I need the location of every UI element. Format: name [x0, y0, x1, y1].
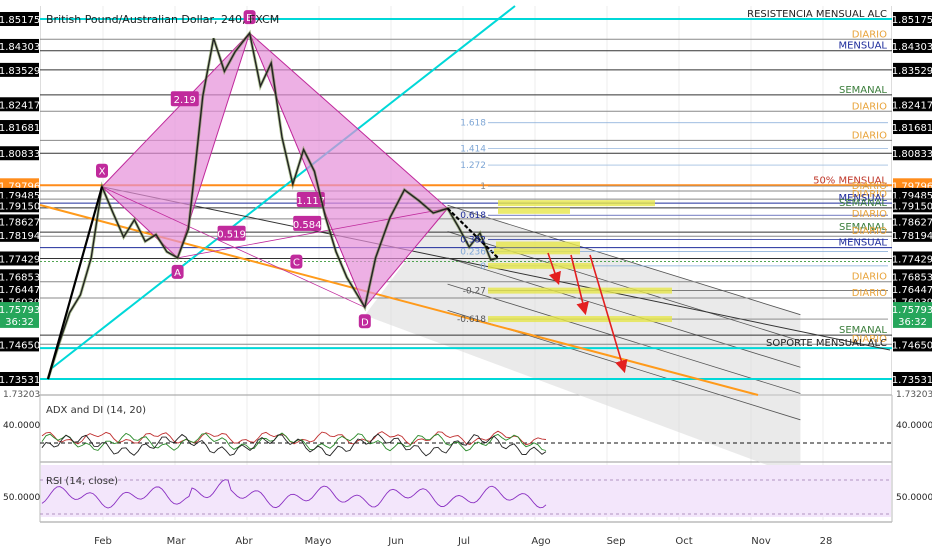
- pattern-point-label: C: [293, 258, 300, 269]
- pattern-point-label: A: [174, 268, 181, 279]
- fib-label: -0.27: [463, 287, 486, 297]
- level-label: SOPORTE MENSUAL ALC: [766, 338, 887, 349]
- fib-highlight-bar: [488, 316, 672, 323]
- fib-label: 1: [480, 182, 486, 192]
- level-label: DIARIO: [852, 29, 887, 40]
- month-label: Jun: [387, 536, 404, 547]
- level-label: MENSUAL: [838, 238, 887, 249]
- axis-price-label-partial: 1.73203: [3, 390, 40, 400]
- level-label: DIARIO: [852, 272, 887, 283]
- axis-price-label: 1.78627: [892, 217, 932, 228]
- fib-label: 0: [480, 262, 486, 272]
- level-label: SEMANAL: [839, 85, 887, 96]
- pattern-ratio-label: 0.519: [217, 230, 246, 241]
- adx-axis-label: 40.0000: [3, 421, 40, 431]
- rsi-band: [41, 465, 891, 517]
- axis-price-label: 1.84303: [0, 42, 40, 53]
- pattern-ratio-label: 2.19: [174, 95, 196, 106]
- month-label: Abr: [235, 536, 253, 547]
- month-label: Mar: [167, 536, 187, 547]
- axis-price-label: 1.73531: [0, 375, 40, 386]
- axis-price-label: 1.76853: [0, 272, 40, 283]
- pattern-ratio-label: 0.584: [293, 220, 322, 231]
- axis-price-label: 1.85175: [0, 15, 40, 26]
- axis-price-label: 1.80833: [892, 149, 932, 160]
- axis-price-label: 1.78194: [0, 231, 40, 242]
- axis-price-label: 36:32: [898, 317, 927, 328]
- level-label: DIARIO: [852, 209, 887, 220]
- month-label: Oct: [675, 536, 692, 547]
- fib-highlight-bar: [498, 207, 570, 214]
- axis-price-label: 1.85175: [892, 15, 932, 26]
- axis-price-label: 1.76447: [892, 285, 932, 296]
- axis-price-label: 1.83529: [0, 66, 40, 77]
- axis-price-label: 1.76447: [0, 285, 40, 296]
- fib-label: 1.618: [460, 119, 486, 129]
- fib-label: 0.382: [460, 236, 486, 246]
- axis-price-label: 1.74650: [0, 340, 40, 351]
- fib-label: -0.618: [457, 315, 486, 325]
- axis-price-label: 1.73531: [892, 375, 932, 386]
- fib-label: 1.272: [460, 161, 486, 171]
- axis-price-label: 1.78194: [892, 231, 932, 242]
- fib-highlight-bar: [498, 200, 655, 207]
- axis-price-label: 1.76853: [892, 272, 932, 283]
- axis-price-label: 1.78627: [0, 217, 40, 228]
- pattern-point-label: X: [99, 167, 106, 178]
- fib-highlight-bar: [494, 248, 580, 255]
- axis-price-label: 1.79150: [892, 201, 932, 212]
- level-label: DIARIO: [852, 288, 887, 299]
- axis-price-label: 1.79150: [0, 201, 40, 212]
- level-label: DIARIO: [852, 130, 887, 141]
- axis-price-label: 1.81681: [892, 123, 932, 134]
- axis-price-label: 1.77429: [892, 254, 932, 265]
- axis-price-label: 1.81681: [0, 123, 40, 134]
- month-label: Sep: [607, 536, 626, 547]
- level-label: MENSUAL: [838, 41, 887, 52]
- month-label: Ago: [531, 536, 550, 547]
- axis-price-label-partial: 1.73203: [896, 390, 932, 400]
- level-label: DIARIO: [852, 101, 887, 112]
- axis-price-label: 1.82417: [0, 100, 40, 111]
- axis-price-label: 1.80833: [0, 149, 40, 160]
- month-label: Nov: [751, 536, 771, 547]
- chart-title: British Pound/Australian Dollar, 240, FX…: [46, 13, 279, 26]
- fib-label: 1.414: [460, 145, 486, 155]
- adx-title: ADX and DI (14, 20): [46, 405, 146, 416]
- month-label: Mayo: [305, 536, 332, 547]
- month-label: Feb: [94, 536, 112, 547]
- level-label: RESISTENCIA MENSUAL ALC: [747, 9, 887, 20]
- fib-label: 0.236: [460, 247, 486, 257]
- rsi-axis-label-right: 50.0000: [896, 493, 932, 503]
- fib-highlight-bar: [488, 262, 592, 269]
- month-label: Jul: [457, 536, 470, 547]
- axis-price-label: 1.83529: [892, 66, 932, 77]
- rsi-axis-label: 50.0000: [3, 493, 40, 503]
- fib-label: 0.618: [460, 211, 486, 221]
- level-label: DIARIO: [852, 226, 887, 237]
- rsi-title: RSI (14, close): [46, 476, 118, 487]
- fib-highlight-bar: [496, 241, 580, 248]
- axis-price-label: 1.84303: [892, 42, 932, 53]
- axis-price-label: 1.77429: [0, 254, 40, 265]
- axis-price-label: 36:32: [5, 317, 34, 328]
- adx-axis-label-right: 40.0000: [896, 421, 932, 431]
- pattern-point-label: D: [361, 317, 369, 328]
- axis-price-label: 1.82417: [892, 100, 932, 111]
- trading-chart[interactable]: XABCD2.190.5191.1170.584 1.6181.4141.272…: [0, 0, 932, 550]
- axis-price-label: 1.74650: [892, 340, 932, 351]
- month-label: 28: [820, 536, 833, 547]
- level-label: SEMANAL: [839, 198, 887, 209]
